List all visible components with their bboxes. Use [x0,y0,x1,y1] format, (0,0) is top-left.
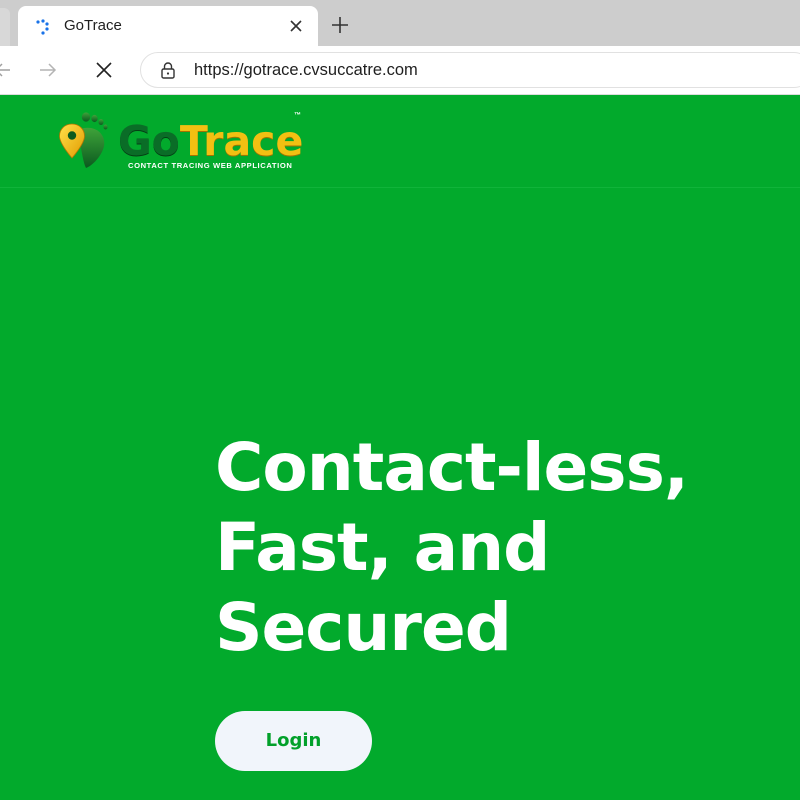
logo-word-trace: Trace [179,117,304,165]
arrow-right-icon[interactable] [38,60,58,80]
previous-tab-edge[interactable] [0,8,10,46]
gotrace-logo[interactable]: GoTrace ™ CONTACT TRACING WEB APPLICATIO… [56,108,306,172]
hero-heading-line: Contact-less, [215,429,689,506]
logo-wordmark: GoTrace [118,118,303,164]
tab-title: GoTrace [64,17,122,34]
login-button[interactable]: Login [215,711,372,771]
footprint-location-pin-icon [59,112,108,168]
address-bar[interactable]: https://gotrace.cvsuccatre.com [140,52,800,88]
logo-trademark: ™ [294,112,301,119]
hero-heading-line: Secured [215,589,512,666]
url-text[interactable]: https://gotrace.cvsuccatre.com [194,60,418,80]
tab-gotrace[interactable]: GoTrace [18,6,318,46]
tab-strip: GoTrace [0,0,800,46]
plus-icon[interactable] [330,15,350,35]
site-header: GoTrace ™ CONTACT TRACING WEB APPLICATIO… [0,95,800,188]
hero-heading-line: Fast, and [215,509,550,586]
browser-window: GoTrace https://gotrace.cvsuccatre.com G… [0,0,800,800]
hero-heading: Contact-less, Fast, and Secured [215,428,775,668]
close-icon[interactable] [288,18,304,34]
lock-icon[interactable] [159,61,177,79]
loading-spinner-icon [36,19,49,35]
stop-loading-button[interactable] [94,60,114,80]
logo-word-go: Go [118,117,180,165]
arrow-left-icon[interactable] [0,61,12,79]
logo-tagline: CONTACT TRACING WEB APPLICATION [128,161,293,170]
browser-toolbar: https://gotrace.cvsuccatre.com [0,46,800,95]
